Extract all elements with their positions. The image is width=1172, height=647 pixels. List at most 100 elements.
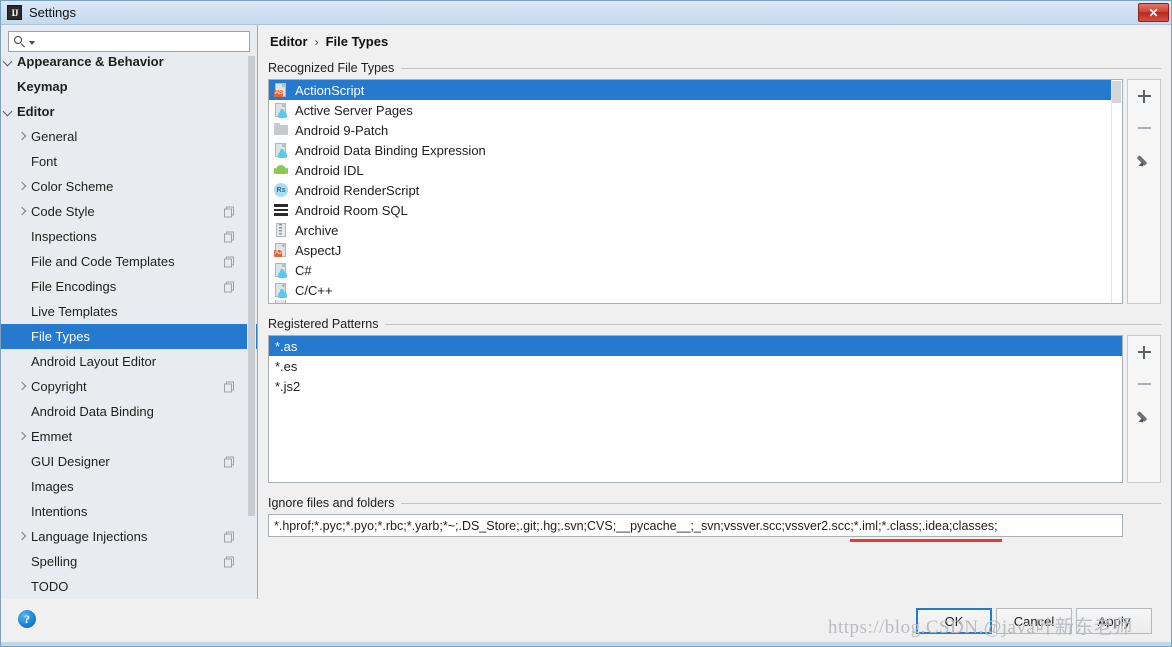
renderscript-icon: Rs [273, 182, 289, 198]
plus-icon [1137, 89, 1151, 103]
sidebar-item-intentions[interactable]: Intentions [1, 499, 257, 524]
registered-patterns-list[interactable]: *.as *.es *.js2 [268, 335, 1123, 483]
close-icon[interactable]: ✕ [1138, 3, 1169, 22]
recognized-list-toolbar [1127, 79, 1161, 304]
sidebar-item-android-layout-editor[interactable]: Android Layout Editor [1, 349, 257, 374]
file-type-row[interactable]: Android IDL [269, 160, 1122, 180]
pattern-row[interactable]: *.js2 [269, 376, 1122, 396]
csharp-file-icon [273, 262, 289, 278]
edit-file-type-button[interactable] [1133, 150, 1155, 170]
file-type-row[interactable]: Archive [269, 220, 1122, 240]
chevron-right-icon[interactable] [15, 130, 29, 144]
sidebar-item-color-scheme[interactable]: Color Scheme [1, 174, 257, 199]
sidebar-scrollbar-thumb[interactable] [248, 56, 255, 516]
chevron-right-icon[interactable] [15, 380, 29, 394]
remove-pattern-button[interactable] [1133, 374, 1155, 394]
databinding-file-icon [273, 142, 289, 158]
file-type-row[interactable]: AS ActionScript [269, 80, 1122, 100]
sidebar-item-label: Inspections [31, 229, 97, 244]
file-type-row[interactable]: C# [269, 260, 1122, 280]
chevron-right-icon[interactable] [15, 530, 29, 544]
ok-button[interactable]: OK [916, 608, 992, 634]
ignore-files-input[interactable] [269, 516, 1122, 535]
copy-settings-icon [224, 456, 235, 467]
sidebar-item-editor[interactable]: Editor [1, 99, 257, 124]
file-type-row[interactable]: Android Data Binding Expression [269, 140, 1122, 160]
recognized-list-scrollbar-thumb[interactable] [1112, 81, 1121, 103]
sidebar-item-keymap[interactable]: Keymap [1, 74, 257, 99]
file-type-label: Archive [295, 222, 339, 238]
file-type-row[interactable]: Rs Android RenderScript [269, 180, 1122, 200]
sidebar-item-font[interactable]: Font [1, 149, 257, 174]
breadcrumb-separator-icon: › [314, 34, 319, 49]
recognized-rows: AS ActionScript Active Server Pages Android… [269, 80, 1122, 303]
recognized-list-scrollbar[interactable] [1111, 80, 1122, 303]
sidebar-item-images[interactable]: Images [1, 474, 257, 499]
sidebar-item-label: Intentions [31, 504, 88, 519]
remove-file-type-button[interactable] [1133, 118, 1155, 138]
sidebar-item-gui-designer[interactable]: GUI Designer [1, 449, 257, 474]
recognized-file-types-list[interactable]: AS ActionScript Active Server Pages Android… [268, 79, 1123, 304]
sidebar-item-copyright[interactable]: Copyright [1, 374, 257, 399]
minus-icon [1137, 126, 1151, 130]
sidebar-item-inspections[interactable]: Inspections [1, 224, 257, 249]
sidebar-item-file-and-code-templates[interactable]: File and Code Templates [1, 249, 257, 274]
search-box[interactable] [8, 31, 250, 52]
pattern-rows: *.as *.es *.js2 [269, 336, 1122, 396]
chevron-down-icon[interactable] [1, 56, 15, 69]
settings-window: IJ Settings ✕ Appearance & Behavior Keyma… [0, 0, 1172, 647]
chevron-right-icon[interactable] [15, 180, 29, 194]
chevron-right-icon[interactable] [15, 205, 29, 219]
sidebar-item-file-types[interactable]: File Types [1, 324, 257, 349]
breadcrumb-parent[interactable]: Editor [270, 34, 308, 49]
sidebar-item-todo[interactable]: TODO [1, 574, 257, 599]
sidebar-item-label: Images [31, 479, 74, 494]
sidebar-item-label: Live Templates [31, 304, 118, 319]
sidebar-item-appearance-behavior[interactable]: Appearance & Behavior [1, 56, 257, 74]
window-bottom-strip [1, 642, 1171, 646]
file-type-row[interactable]: Android 9-Patch [269, 120, 1122, 140]
file-type-row[interactable]: Android Room SQL [269, 200, 1122, 220]
file-type-label: Android Room SQL [295, 202, 408, 218]
sidebar-scrollbar[interactable] [247, 56, 256, 599]
chevron-down-icon[interactable] [1, 105, 15, 119]
sidebar-item-label: Android Layout Editor [31, 354, 157, 369]
apply-button[interactable]: Apply [1076, 608, 1152, 634]
sidebar-item-file-encodings[interactable]: File Encodings [1, 274, 257, 299]
sidebar-item-android-data-binding[interactable]: Android Data Binding [1, 399, 257, 424]
file-type-label: AspectJ [295, 242, 342, 258]
cancel-button[interactable]: Cancel [996, 608, 1072, 634]
sidebar-item-label: Code Style [31, 204, 95, 219]
file-type-row[interactable]: C/C++ [269, 280, 1122, 300]
add-pattern-button[interactable] [1133, 342, 1155, 362]
edit-pattern-button[interactable] [1133, 406, 1155, 426]
pattern-row[interactable]: *.as [269, 336, 1122, 356]
sidebar-item-spelling[interactable]: Spelling [1, 549, 257, 574]
help-icon[interactable]: ? [18, 610, 36, 628]
sidebar-item-label: File Types [31, 329, 91, 344]
aspectj-file-icon: AJ [273, 242, 289, 258]
file-type-row-partial[interactable] [269, 300, 1122, 303]
sidebar-item-language-injections[interactable]: Language Injections [1, 524, 257, 549]
pattern-row[interactable]: *.es [269, 356, 1122, 376]
chevron-right-icon[interactable] [15, 430, 29, 444]
sidebar-item-emmet[interactable]: Emmet [1, 424, 257, 449]
search-icon [14, 35, 27, 48]
file-type-row[interactable]: AJ AspectJ [269, 240, 1122, 260]
file-type-row[interactable]: Active Server Pages [269, 100, 1122, 120]
archive-icon [273, 222, 289, 238]
copy-settings-icon [224, 231, 235, 242]
add-file-type-button[interactable] [1133, 86, 1155, 106]
recognized-file-types-area: AS ActionScript Active Server Pages Android… [268, 79, 1161, 304]
file-type-label: ActionScript [295, 82, 365, 98]
sidebar-item-general[interactable]: General [1, 124, 257, 149]
search-input[interactable] [35, 33, 249, 50]
sidebar-item-code-style[interactable]: Code Style [1, 199, 257, 224]
sidebar-item-live-templates[interactable]: Live Templates [1, 299, 257, 324]
sql-table-icon [273, 202, 289, 218]
settings-sidebar: Appearance & Behavior Keymap Editor General… [1, 25, 258, 599]
